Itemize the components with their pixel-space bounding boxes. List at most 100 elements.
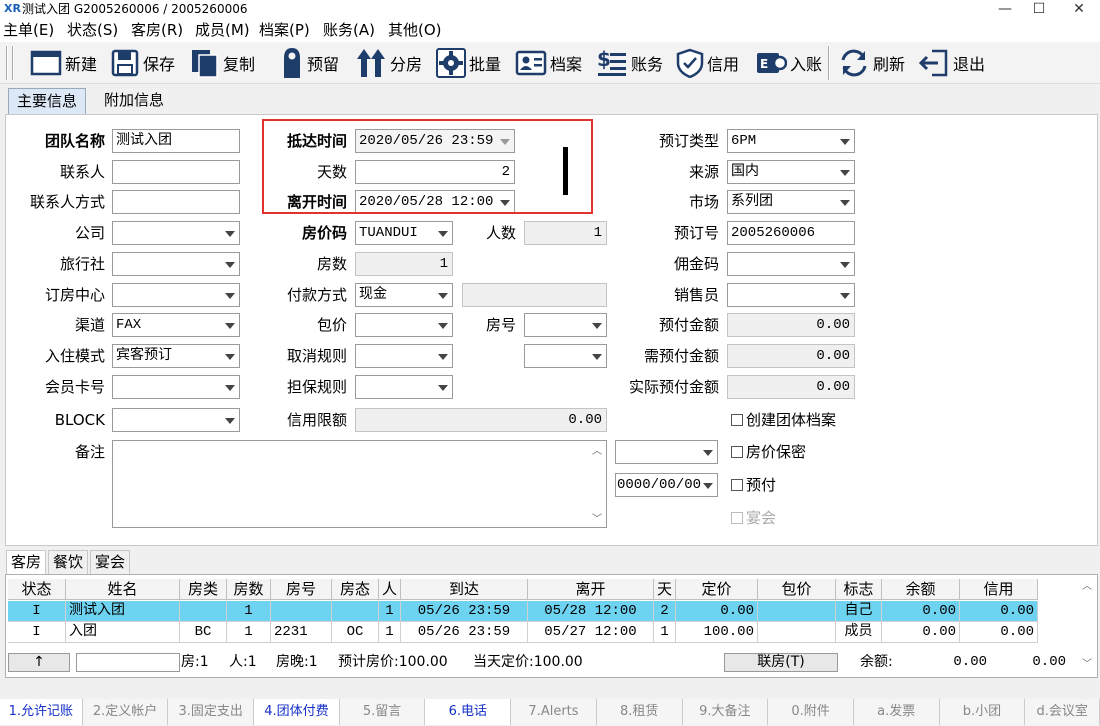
toolbar-grip[interactable] [6, 46, 8, 80]
tab-extra-info[interactable]: 附加信息 [96, 88, 172, 114]
stay-mode-select[interactable]: 宾客预订 [112, 344, 240, 368]
prepay-label: 预付 [746, 476, 777, 494]
col-package[interactable]: 包价 [758, 579, 836, 600]
package-select[interactable] [355, 313, 453, 337]
rate-confidential-checkbox[interactable]: 房价保密 [731, 440, 806, 464]
remark-textarea[interactable] [112, 440, 607, 528]
market-select[interactable]: 系列团 [727, 190, 855, 214]
booking-type-select[interactable]: 6PM [727, 129, 855, 153]
refresh-button[interactable]: 刷新 [838, 45, 905, 81]
create-profile-checkbox[interactable]: 创建团体档案 [731, 408, 836, 432]
cancel-rule-select[interactable] [355, 344, 453, 368]
contact-input[interactable] [112, 160, 240, 184]
col-persons[interactable]: 人 [379, 579, 401, 600]
sales-select[interactable] [727, 283, 855, 307]
reserve-button[interactable]: 预留 [280, 45, 339, 81]
maximize-button[interactable]: ☐ [1024, 0, 1054, 18]
booking-center-select[interactable] [112, 283, 240, 307]
batch-button[interactable]: 批量 [436, 45, 501, 81]
member-card-select[interactable] [112, 375, 240, 399]
extra-select[interactable] [524, 344, 607, 368]
fn-sub-group[interactable]: b.小团 [939, 699, 1026, 725]
summary-input[interactable] [76, 653, 180, 672]
billing-button[interactable]: $ 账务 [596, 45, 663, 81]
rate-code-select[interactable]: TUANDUI [355, 221, 453, 245]
company-select[interactable] [112, 221, 240, 245]
fn-meeting-room[interactable]: d.会议室 [1025, 699, 1100, 725]
save-button[interactable]: 保存 [110, 45, 175, 81]
guarantee-select[interactable] [355, 375, 453, 399]
fn-phone[interactable]: 6.电话 [425, 699, 512, 725]
col-room-state[interactable]: 房态 [332, 579, 379, 600]
table-row[interactable]: I 测试入团 1 1 05/26 23:59 05/28 12:00 2 0.0… [8, 601, 1038, 622]
table-row[interactable]: I 入团 BC 1 2231 OC 1 05/26 23:59 05/27 12… [8, 622, 1038, 643]
scroll-down-icon[interactable]: ﹀ [590, 510, 604, 525]
col-flag[interactable]: 标志 [836, 579, 882, 600]
menu-member[interactable]: 成员(M) [195, 18, 250, 42]
menu-account[interactable]: 账务(A) [323, 18, 375, 42]
col-room-count[interactable]: 房数 [227, 579, 271, 600]
fn-invoice[interactable]: a.发票 [853, 699, 940, 725]
fn-fixed-expense[interactable]: 3.固定支出 [168, 699, 255, 725]
fn-alerts[interactable]: 7.Alerts [511, 699, 597, 725]
scroll-up-icon[interactable]: ︿ [1080, 577, 1094, 592]
menu-main[interactable]: 主单(E) [3, 18, 54, 42]
col-room-type[interactable]: 房类 [180, 579, 227, 600]
prepay-checkbox[interactable]: 预付 [731, 473, 776, 497]
fn-define-account[interactable]: 2.定义帐户 [82, 699, 169, 725]
toolbar-grip[interactable] [12, 46, 14, 80]
agency-select[interactable] [112, 252, 240, 276]
tab-dining[interactable]: 餐饮 [48, 550, 89, 574]
tab-main-info[interactable]: 主要信息 [8, 88, 87, 114]
fn-big-note[interactable]: 9.大备注 [682, 699, 769, 725]
fn-rental[interactable]: 8.租赁 [596, 699, 683, 725]
group-name-input[interactable]: 测试入团 [112, 129, 240, 153]
assign-room-button[interactable]: 分房 [355, 45, 422, 81]
scroll-up-icon[interactable]: ︿ [590, 442, 604, 457]
misc-select[interactable] [615, 440, 718, 464]
col-room-no[interactable]: 房号 [271, 579, 332, 600]
tab-rooms[interactable]: 客房 [6, 550, 47, 574]
fn-attachment[interactable]: 0.附件 [768, 699, 854, 725]
new-button[interactable]: 新建 [30, 45, 97, 81]
fn-allow-charge[interactable]: 1.允许记账 [0, 699, 83, 725]
date-select[interactable]: 0000/00/00 [615, 473, 718, 497]
exit-button[interactable]: 退出 [918, 45, 985, 81]
col-name[interactable]: 姓名 [66, 579, 180, 600]
col-departure[interactable]: 离开 [528, 579, 654, 600]
menu-other[interactable]: 其他(O) [388, 18, 442, 42]
col-status[interactable]: 状态 [8, 579, 66, 600]
profile-button[interactable]: 档案 [515, 45, 582, 81]
room-no-select[interactable] [524, 313, 607, 337]
chevron-down-icon [438, 323, 448, 329]
col-rate[interactable]: 定价 [676, 579, 758, 600]
col-balance[interactable]: 余额 [882, 579, 960, 600]
minimize-button[interactable]: — [990, 0, 1020, 18]
col-days[interactable]: 天 [654, 579, 676, 600]
fn-group-payment[interactable]: 4.团体付费 [254, 699, 340, 725]
block-select[interactable] [112, 408, 240, 432]
fn-message[interactable]: 5.留言 [339, 699, 426, 725]
booking-no-field[interactable]: 2005260006 [727, 221, 855, 245]
channel-select[interactable]: FAX [112, 313, 240, 337]
contact-method-input[interactable] [112, 190, 240, 214]
need-deposit-field: 0.00 [727, 344, 855, 368]
move-up-button[interactable]: ↑ [8, 653, 70, 672]
col-credit[interactable]: 信用 [960, 579, 1038, 600]
menu-status[interactable]: 状态(S) [67, 18, 118, 42]
commission-select[interactable] [727, 252, 855, 276]
cell-departure: 05/28 12:00 [528, 601, 654, 622]
close-button[interactable]: ✕ [1064, 0, 1094, 18]
menu-room[interactable]: 客房(R) [131, 18, 183, 42]
payment-select[interactable]: 现金 [355, 283, 453, 307]
post-button[interactable]: E 入账 [755, 45, 822, 81]
link-rooms-button[interactable]: 联房(T) [724, 653, 838, 672]
scroll-down-icon[interactable]: ﹀ [1080, 655, 1094, 670]
col-arrival[interactable]: 到达 [401, 579, 528, 600]
block-label: BLOCK [54, 411, 105, 429]
menu-profile[interactable]: 档案(P) [259, 18, 310, 42]
source-select[interactable]: 国内 [727, 160, 855, 184]
tab-banquet[interactable]: 宴会 [90, 550, 131, 574]
credit-button[interactable]: 信用 [676, 45, 739, 81]
copy-button[interactable]: 复制 [190, 45, 255, 81]
